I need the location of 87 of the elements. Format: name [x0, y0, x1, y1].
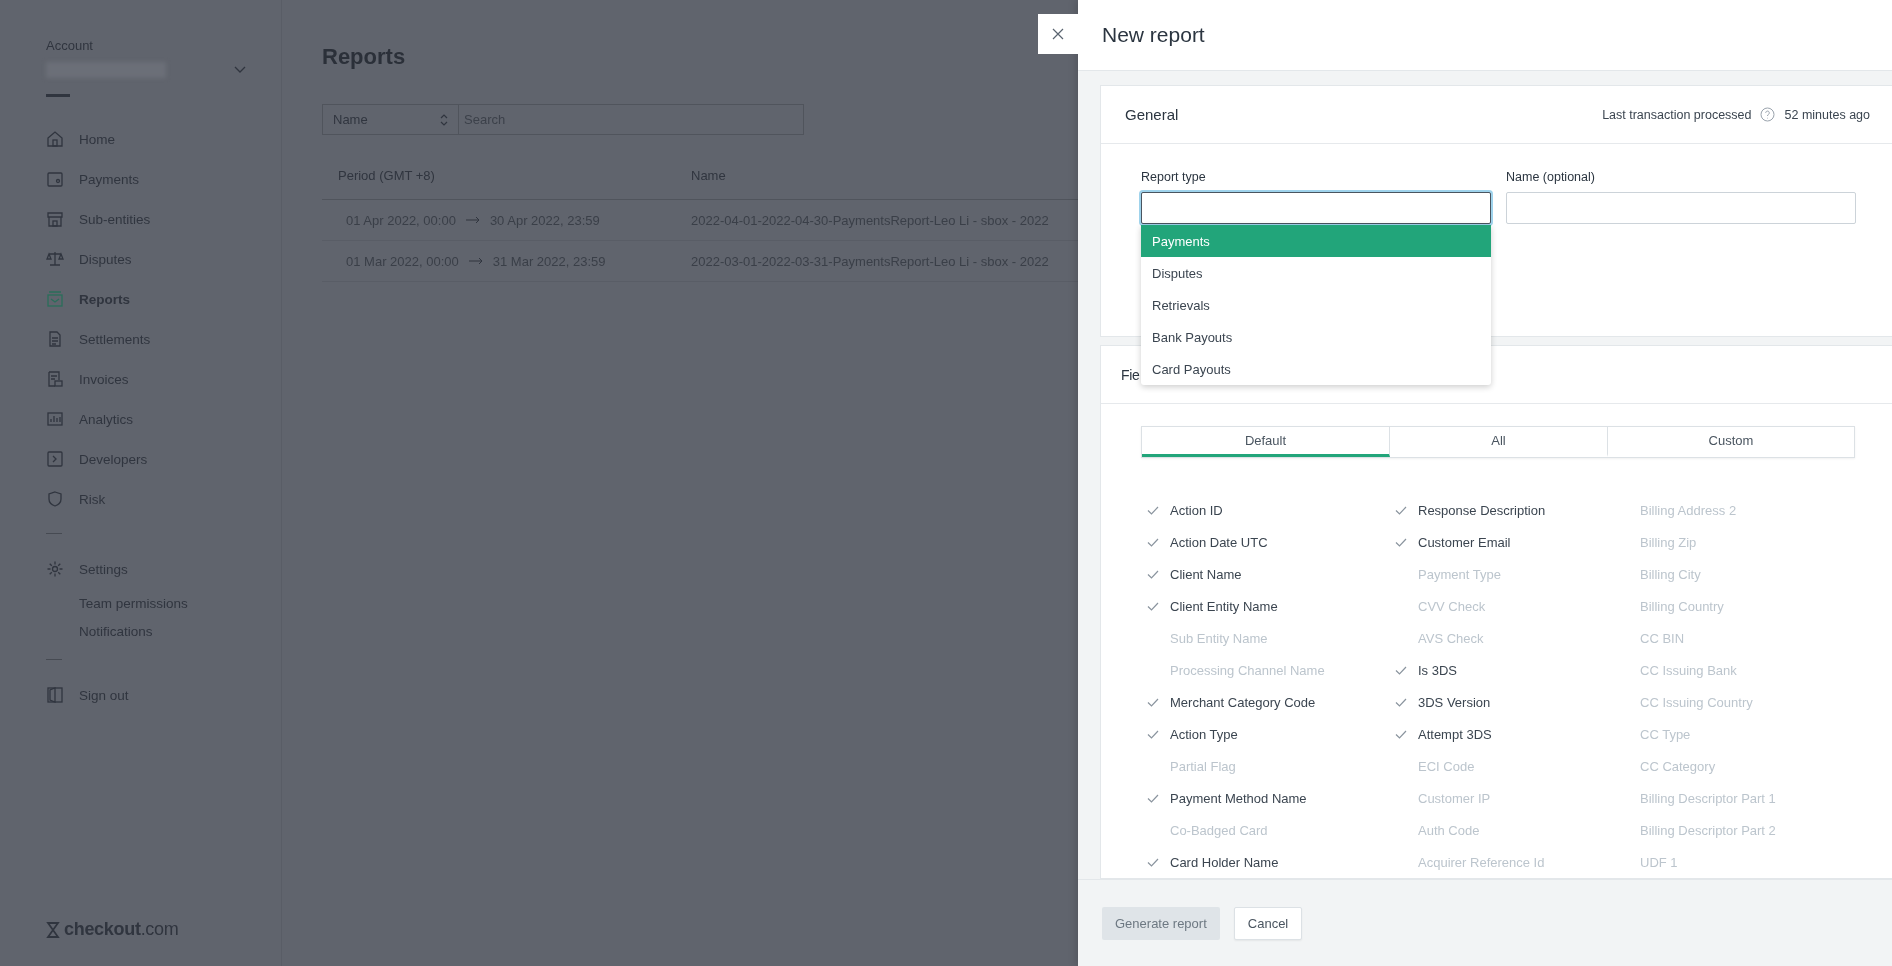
section-title: Fie: [1121, 366, 1140, 383]
check-icon: [1395, 729, 1407, 739]
check-icon: [1147, 793, 1159, 803]
close-icon: [1052, 28, 1064, 40]
field-option[interactable]: Billing Country: [1640, 598, 1724, 614]
tab[interactable]: All: [1390, 427, 1608, 457]
field-option[interactable]: Action ID: [1170, 502, 1223, 518]
field-option[interactable]: AVS Check: [1418, 630, 1484, 646]
check-icon: [1147, 601, 1159, 611]
check-icon: [1395, 697, 1407, 707]
last-transaction-label: Last transaction processed: [1602, 107, 1752, 122]
field-option[interactable]: Billing Zip: [1640, 534, 1697, 550]
field-option[interactable]: CC Issuing Bank: [1640, 662, 1737, 678]
field-option[interactable]: Billing Descriptor Part 1: [1640, 790, 1776, 806]
field-option[interactable]: Customer IP: [1418, 790, 1491, 806]
house-icon: [46, 130, 64, 148]
door-icon: [46, 686, 64, 704]
check-icon: [1395, 665, 1407, 675]
invoice-icon: [46, 370, 64, 388]
check-icon: [1147, 537, 1159, 547]
panel-title: New report: [1102, 23, 1205, 47]
chart-icon: [46, 410, 64, 428]
field-option[interactable]: Customer Email: [1418, 534, 1511, 550]
check-icon: [1147, 569, 1159, 579]
close-button[interactable]: [1038, 14, 1078, 54]
field-option[interactable]: CC BIN: [1640, 630, 1685, 646]
section-title: General: [1125, 106, 1179, 123]
dropdown-option[interactable]: Bank Payouts: [1141, 321, 1491, 353]
field-option[interactable]: Auth Code: [1418, 822, 1480, 838]
field-label: Report type: [1141, 170, 1207, 184]
field-option[interactable]: CVV Check: [1418, 598, 1486, 614]
field-option[interactable]: Billing Address 2: [1640, 502, 1737, 518]
field-option[interactable]: Response Description: [1418, 502, 1546, 518]
field-option[interactable]: Card Holder Name: [1170, 854, 1279, 870]
field-option[interactable]: Sub Entity Name: [1170, 630, 1268, 646]
field-option[interactable]: 3DS Version: [1418, 694, 1491, 710]
field-option[interactable]: Is 3DS: [1418, 662, 1457, 678]
shield-icon: [46, 490, 64, 508]
field-option[interactable]: CC Issuing Country: [1640, 694, 1753, 710]
field-option[interactable]: Billing Descriptor Part 2: [1640, 822, 1776, 838]
field-option[interactable]: Merchant Category Code: [1170, 694, 1316, 710]
check-icon: [1395, 505, 1407, 515]
settings-icon: [46, 560, 64, 578]
input-field[interactable]: [1141, 192, 1491, 224]
field-option[interactable]: Payment Method Name: [1170, 790, 1307, 806]
code-icon: [46, 450, 64, 468]
chevron-down-icon: [234, 66, 246, 74]
check-icon: [1395, 537, 1407, 547]
field-option[interactable]: Processing Channel Name: [1170, 662, 1325, 678]
field-option[interactable]: Partial Flag: [1170, 758, 1236, 774]
field-option[interactable]: Billing City: [1640, 566, 1701, 582]
tab[interactable]: Custom: [1608, 427, 1854, 457]
field-label: Name (optional): [1506, 170, 1596, 184]
last-transaction-time: 52 minutes ago: [1784, 107, 1870, 122]
report-icon: [46, 290, 64, 308]
cancel-button[interactable]: Cancel: [1233, 906, 1303, 940]
arrow-right-icon: [468, 257, 483, 265]
field-option[interactable]: Payment Type: [1418, 566, 1501, 582]
dropdown-option[interactable]: Card Payouts: [1141, 353, 1491, 385]
field-option[interactable]: CC Category: [1640, 758, 1716, 774]
scales-icon: [46, 250, 64, 268]
dropdown-option[interactable]: Payments: [1141, 225, 1491, 257]
dropdown-option[interactable]: Disputes: [1141, 257, 1491, 289]
field-option[interactable]: Attempt 3DS: [1418, 726, 1492, 742]
field-option[interactable]: UDF 1: [1640, 854, 1678, 870]
help-icon: [1759, 107, 1775, 122]
check-icon: [1147, 697, 1159, 707]
hourglass-logo-icon: [46, 920, 60, 939]
sort-arrows-icon: [440, 113, 448, 126]
field-option[interactable]: Co-Badged Card: [1170, 822, 1268, 838]
field-option[interactable]: Client Entity Name: [1170, 598, 1278, 614]
check-icon: [1147, 505, 1159, 515]
check-icon: [1147, 857, 1159, 867]
field-option[interactable]: Action Type: [1170, 726, 1238, 742]
storefront-icon: [46, 210, 64, 228]
arrow-right-icon: [465, 216, 480, 224]
account-select[interactable]: [46, 59, 246, 81]
field-option[interactable]: Client Name: [1170, 566, 1242, 582]
wallet-icon: [46, 170, 64, 188]
document-icon: [46, 330, 64, 348]
field-option[interactable]: Action Date UTC: [1170, 534, 1268, 550]
dropdown-option[interactable]: Retrievals: [1141, 289, 1491, 321]
tab[interactable]: Default: [1142, 427, 1390, 457]
field-option[interactable]: ECI Code: [1418, 758, 1475, 774]
field-option[interactable]: Acquirer Reference Id: [1418, 854, 1545, 870]
field-option[interactable]: CC Type: [1640, 726, 1691, 742]
check-icon: [1147, 729, 1159, 739]
